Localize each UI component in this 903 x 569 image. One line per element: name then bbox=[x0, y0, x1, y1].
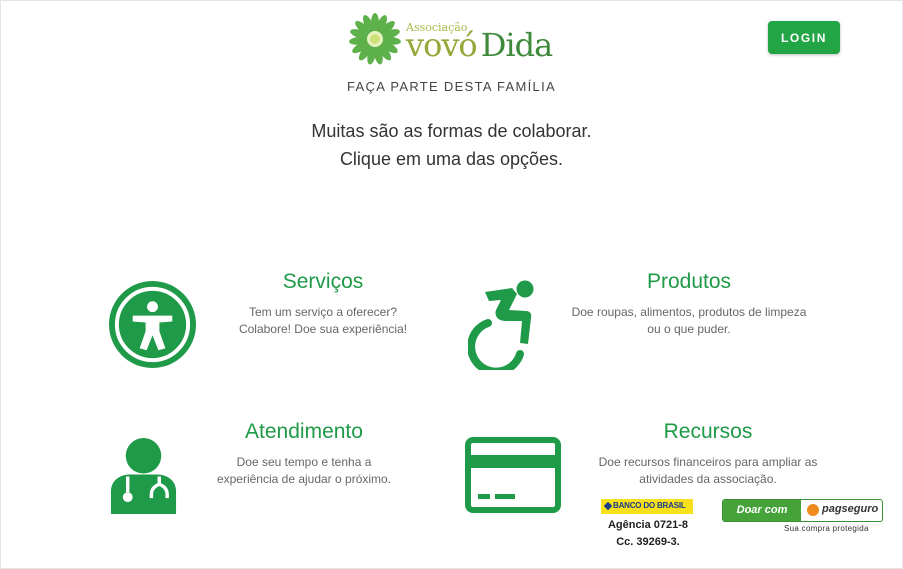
accessibility-icon[interactable] bbox=[108, 280, 197, 369]
logo-name: vovó Dida bbox=[406, 26, 553, 64]
produtos-line-1: Doe roupas, alimentos, produtos de limpe… bbox=[571, 305, 807, 319]
wheelchair-icon[interactable] bbox=[468, 280, 540, 370]
servicos-title[interactable]: Serviços bbox=[223, 270, 423, 294]
intro-line-1: Muitas são as formas de colaborar. bbox=[311, 121, 592, 141]
atendimento-description: Doe seu tempo e tenha a experiência de a… bbox=[194, 454, 414, 488]
bank-account-info: Agência 0721-8 Cc. 39269-3. bbox=[598, 517, 698, 551]
logo-name-part2: Dida bbox=[480, 26, 553, 64]
bank-agency: Agência 0721-8 bbox=[607, 519, 689, 531]
pagseguro-donate-button[interactable]: Doar com pagseguro bbox=[722, 499, 883, 522]
daisy-logo-icon bbox=[349, 13, 401, 65]
bb-mark-icon bbox=[603, 501, 613, 511]
intro-line-2: Clique em uma das opções. bbox=[339, 149, 564, 169]
atendimento-line-1: Doe seu tempo e tenha a bbox=[236, 455, 372, 469]
banco-do-brasil-logo: BANCO DO BRASIL bbox=[601, 499, 693, 514]
bank-name: BANCO DO BRASIL bbox=[613, 501, 686, 510]
tagline: FAÇA PARTE DESTA FAMÍLIA bbox=[347, 79, 556, 94]
intro-text: Muitas são as formas de colaborar. Cliqu… bbox=[0, 117, 903, 173]
produtos-description: Doe roupas, alimentos, produtos de limpe… bbox=[559, 304, 819, 338]
credit-card-icon[interactable] bbox=[465, 437, 561, 513]
pagseguro-logo-icon bbox=[807, 504, 819, 516]
pagseguro-caption: Sua compra protegida bbox=[784, 524, 869, 533]
recursos-line-1: Doe recursos financeiros para ampliar as bbox=[598, 455, 818, 469]
site-logo[interactable]: Associação vovó Dida bbox=[348, 12, 560, 68]
recursos-line-2: atividades da associação. bbox=[639, 472, 777, 486]
pagseguro-button-label: Doar com bbox=[723, 500, 801, 521]
produtos-title[interactable]: Produtos bbox=[589, 270, 789, 294]
doctor-icon[interactable] bbox=[108, 437, 179, 514]
login-button[interactable]: LOGIN bbox=[768, 21, 840, 54]
pagseguro-brand: pagseguro bbox=[822, 503, 879, 515]
recursos-description: Doe recursos financeiros para ampliar as… bbox=[578, 454, 838, 488]
recursos-title[interactable]: Recursos bbox=[608, 420, 808, 444]
atendimento-title[interactable]: Atendimento bbox=[204, 420, 404, 444]
bank-account: Cc. 39269-3. bbox=[616, 536, 680, 548]
atendimento-line-2: experiência de ajudar o próximo. bbox=[216, 472, 392, 486]
servicos-line-1: Tem um serviço a oferecer? bbox=[248, 305, 398, 319]
produtos-line-2: ou o que puder. bbox=[647, 322, 731, 336]
servicos-description: Tem um serviço a oferecer? Colabore! Doe… bbox=[213, 304, 433, 338]
servicos-line-2: Colabore! Doe sua experiência! bbox=[238, 322, 408, 336]
logo-name-part1: vovó bbox=[406, 26, 478, 64]
